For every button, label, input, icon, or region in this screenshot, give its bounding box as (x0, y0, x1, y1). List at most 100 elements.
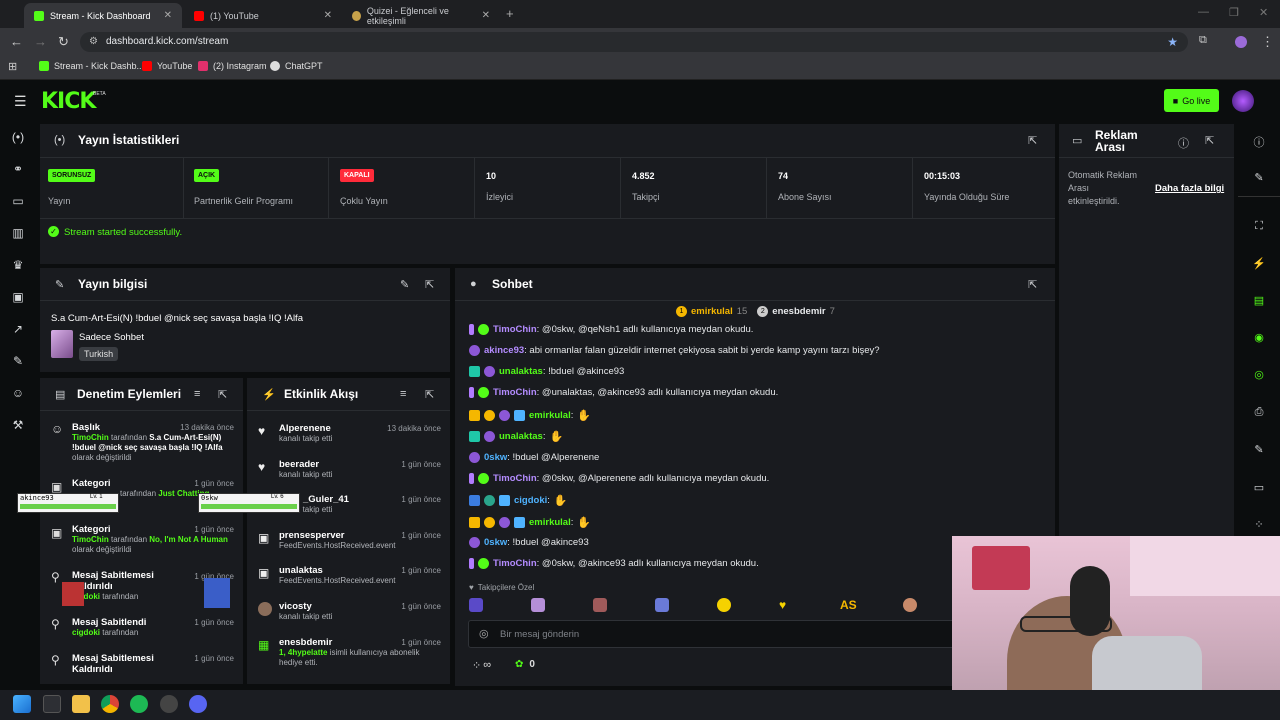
nav-users-icon[interactable]: ☺ (11, 386, 25, 400)
popout-icon[interactable]: ⇱ (425, 388, 434, 401)
category-icon: ▣ (51, 526, 63, 540)
menu-icon[interactable]: ⋮ (1261, 34, 1274, 50)
edit-icon[interactable]: ✎ (400, 278, 409, 291)
discord-icon[interactable] (189, 695, 207, 713)
go-live-button[interactable]: ■ Go live (1164, 89, 1219, 112)
emote-icon[interactable] (903, 598, 917, 612)
nav-trophy-icon[interactable]: ♛ (11, 258, 25, 272)
channel-points[interactable]: ⁘ ∞ (472, 659, 491, 672)
emote-as[interactable]: AS (840, 598, 857, 612)
new-tab-icon[interactable]: + (506, 6, 514, 21)
popout-icon[interactable]: ⇱ (1205, 134, 1214, 147)
popout-icon[interactable]: ⇱ (425, 278, 434, 291)
bolt-icon[interactable]: ⚡ (1252, 257, 1266, 270)
bot-badge-icon (478, 558, 489, 569)
close-tab-icon[interactable]: ✕ (482, 10, 490, 21)
close-tab-icon[interactable]: ✕ (164, 10, 172, 21)
document-icon[interactable]: ▤ (1252, 294, 1266, 307)
popout-icon[interactable]: ⇱ (218, 388, 227, 401)
timestamp: 1 gün önce (194, 618, 234, 627)
filter-icon[interactable]: ≡ (194, 388, 200, 400)
stat-label: Takipçi (632, 192, 660, 202)
stream-title-text: S.a Cum-Art-Esi(N) !bduel @nick seç sava… (51, 313, 303, 324)
obs-icon[interactable] (160, 695, 178, 713)
apps-grid-icon[interactable]: ⊞ (8, 60, 17, 73)
emote-icon[interactable] (655, 598, 669, 612)
stat-label: İzleyici (486, 192, 514, 202)
spotify-icon[interactable] (130, 695, 148, 713)
profile-avatar[interactable] (1235, 36, 1247, 48)
minimize-icon[interactable]: — (1198, 6, 1209, 18)
back-icon[interactable]: ← (10, 34, 23, 49)
filter-icon[interactable]: ≡ (400, 388, 406, 400)
emote-icon[interactable] (593, 598, 607, 612)
emote-icon[interactable] (717, 598, 731, 612)
mic-badge-icon (469, 558, 474, 569)
nav-stream-icon[interactable]: (•) (11, 130, 25, 144)
close-tab-icon[interactable]: ✕ (324, 10, 332, 21)
bookmark-youtube[interactable]: YouTube (142, 61, 192, 71)
nav-tools-icon[interactable]: ⚒ (11, 418, 25, 432)
bookmark-star-icon[interactable]: ★ (1167, 32, 1178, 52)
print-icon[interactable]: ⎙ (1252, 406, 1266, 419)
timestamp: 1 gün önce (194, 479, 234, 488)
tab-quizei[interactable]: Quizei - Eğlenceli ve etkileşimli ✕ (342, 3, 500, 28)
url-input[interactable]: ⚙ dashboard.kick.com/stream ★ (80, 32, 1188, 52)
more-icon[interactable]: ⁘ (1252, 518, 1266, 531)
nav-window-icon[interactable]: ▭ (11, 194, 25, 208)
category-name[interactable]: Sadece Sohbet (79, 332, 144, 343)
crown-badge-icon (469, 410, 480, 421)
bookmark-chatgpt[interactable]: ChatGPT (270, 61, 323, 71)
emote-icon[interactable] (469, 598, 483, 612)
tab-kick-dashboard[interactable]: Stream - Kick Dashboard ✕ (24, 3, 182, 28)
reload-icon[interactable]: ↻ (58, 34, 69, 50)
tab-youtube[interactable]: (1) YouTube ✕ (184, 3, 342, 28)
forward-icon[interactable]: → (34, 34, 47, 49)
close-window-icon[interactable]: ✕ (1259, 6, 1268, 19)
kicks-counter[interactable]: ✿ 0 (515, 659, 535, 670)
nav-video-icon[interactable]: ▣ (11, 290, 25, 304)
popout-icon[interactable]: ⇱ (1028, 134, 1037, 147)
nav-growth-icon[interactable]: ↗ (11, 322, 25, 336)
more-info-link[interactable]: Daha fazla bilgi (1155, 183, 1224, 194)
divider (328, 158, 329, 218)
ad-break-title-2: Arası (1095, 140, 1126, 154)
browser-tab-bar: Stream - Kick Dashboard ✕ (1) YouTube ✕ … (0, 0, 1280, 28)
divider (40, 218, 1055, 219)
chrome-icon[interactable] (101, 695, 119, 713)
nav-wrench-icon[interactable]: ✎ (11, 354, 25, 368)
extensions-icon[interactable]: ⧉ (1199, 34, 1207, 47)
info-icon[interactable]: ⓘ (1252, 134, 1266, 150)
bot-badge-icon (478, 387, 489, 398)
site-info-icon[interactable]: ⚙ (89, 32, 98, 52)
popout-icon[interactable]: ⇱ (1028, 278, 1037, 291)
sub-badge-icon (469, 452, 480, 463)
bookmark-instagram[interactable]: (2) Instagram (198, 61, 267, 71)
bookmark-kick[interactable]: Stream - Kick Dashb... (39, 61, 144, 71)
emote-icon[interactable] (531, 598, 545, 612)
file-explorer-icon[interactable] (72, 695, 90, 713)
chat-bubble-icon[interactable]: ◉ (1252, 331, 1266, 344)
chatgpt-favicon (270, 61, 280, 71)
divider (183, 158, 184, 218)
nav-link-icon[interactable]: ⚭ (11, 162, 25, 176)
broadcast-icon[interactable]: ◎ (1252, 368, 1266, 381)
maximize-icon[interactable]: ❐ (1229, 6, 1239, 19)
chat-message: cigdoki: ✋ (469, 494, 568, 507)
edit-icon[interactable]: ✎ (1252, 171, 1266, 184)
sub-badge-icon (469, 345, 480, 356)
windows-start-icon[interactable] (13, 695, 31, 713)
nav-analytics-icon[interactable]: ▥ (11, 226, 25, 240)
stat-multistream: KAPALI (340, 168, 374, 182)
heart-emote-icon[interactable]: ♥ (779, 598, 786, 612)
fullscreen-icon[interactable]: ⛶ (1252, 220, 1266, 233)
panel-icon[interactable]: ▭ (1252, 481, 1266, 494)
user-avatar[interactable] (1232, 90, 1254, 112)
hamburger-menu-icon[interactable]: ☰ (14, 93, 27, 110)
beta-label: BETA (93, 91, 106, 97)
info-icon[interactable]: ⓘ (1178, 135, 1189, 151)
wrench-icon[interactable]: ✎ (1252, 443, 1266, 456)
task-view-icon[interactable] (43, 695, 61, 713)
stream-status-text: Stream started successfully. (64, 227, 183, 238)
kick-logo[interactable]: KICK (41, 89, 96, 114)
